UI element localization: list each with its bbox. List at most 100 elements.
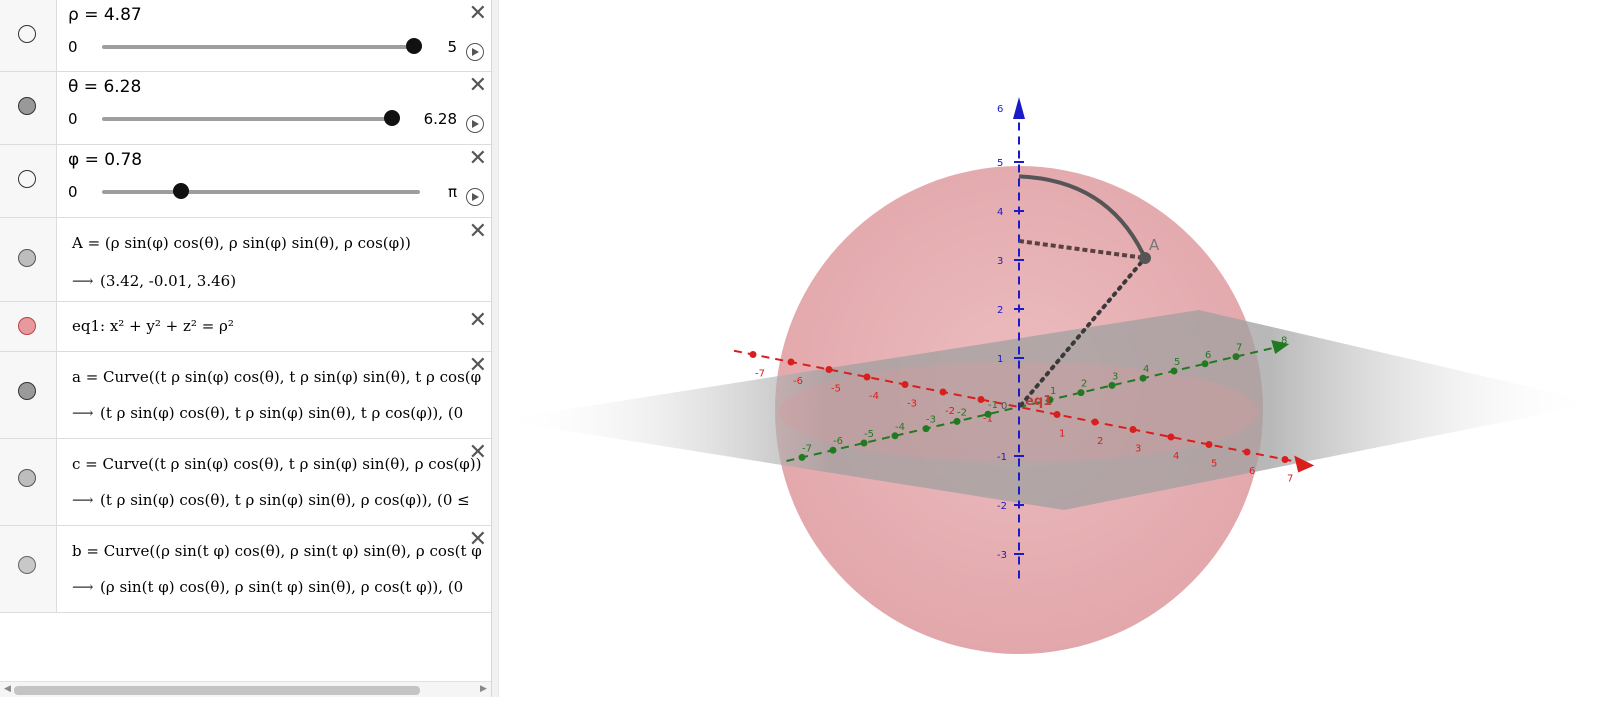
curve-a-value: (t ρ sin(φ) cos(θ), t ρ sin(φ) sin(θ), t…	[100, 404, 464, 422]
3d-canvas[interactable]: -7 -6 -5 -4 -3 -2 -1 1 2 3 4 5 6 7 -7 -6 -5 -4 -3 -2 -1 1 2 3 4 5…	[499, 0, 1604, 697]
y-tick-label: -4	[895, 422, 905, 433]
curve-c-output: ⟶ (t ρ sin(φ) cos(θ), t ρ sin(φ) sin(θ), …	[72, 491, 487, 509]
y-tick-label: -5	[864, 429, 874, 440]
arrow-icon: ⟶	[72, 272, 94, 290]
visibility-toggle-eq1[interactable]	[18, 317, 36, 335]
slider-row-rho: ρ = 4.87 ✕ 0 5	[0, 0, 491, 72]
x-tick-label: 2	[1097, 436, 1103, 447]
slider-label-phi[interactable]: φ = 0.78	[68, 150, 142, 170]
x-tick-mark	[825, 366, 833, 373]
x-tick-mark	[977, 396, 985, 403]
y-tick-label: -7	[802, 443, 812, 454]
slider-track-phi[interactable]	[102, 183, 420, 199]
arrow-icon: ⟶	[72, 578, 94, 596]
slider-track-theta[interactable]	[102, 110, 400, 126]
view-splitter[interactable]	[491, 0, 499, 697]
delete-icon[interactable]: ✕	[469, 310, 487, 332]
point-a-row: A = (ρ sin(φ) cos(θ), ρ sin(φ) sin(θ), ρ…	[0, 218, 491, 302]
curve-a-output: ⟶ (t ρ sin(φ) cos(θ), t ρ sin(φ) sin(θ), …	[72, 404, 487, 422]
y-tick-mark	[798, 453, 806, 461]
algebra-view: ρ = 4.87 ✕ 0 5 θ = 6.28 ✕ 0 6.28 φ = 0.7…	[0, 0, 491, 697]
marble-column	[0, 145, 57, 217]
z-tick-label: -3	[997, 550, 1007, 561]
horizontal-scrollbar[interactable]: ◀ ▶	[0, 681, 491, 697]
visibility-toggle-phi[interactable]	[18, 170, 36, 188]
z-axis-arrowhead	[1013, 97, 1025, 119]
visibility-toggle-a-curve[interactable]	[18, 382, 36, 400]
slider-label-rho[interactable]: ρ = 4.87	[68, 5, 142, 25]
curve-c-value: (t ρ sin(φ) cos(θ), t ρ sin(φ) sin(θ), ρ…	[100, 491, 470, 509]
scroll-right-icon[interactable]: ▶	[480, 684, 487, 694]
marble-column	[0, 72, 57, 144]
visibility-toggle-b-curve[interactable]	[18, 556, 36, 574]
y-tick-mark	[1232, 353, 1240, 361]
curve-b-output: ⟶ (ρ sin(t φ) cos(θ), ρ sin(t φ) sin(θ), …	[72, 578, 487, 596]
visibility-toggle-a[interactable]	[18, 249, 36, 267]
curve-b-definition[interactable]: b = Curve((ρ sin(t φ) cos(θ), ρ sin(t φ)…	[72, 542, 482, 560]
play-icon[interactable]	[466, 188, 484, 206]
marble-column	[0, 526, 57, 612]
delete-icon[interactable]: ✕	[469, 529, 487, 551]
marble-column	[0, 352, 57, 438]
delete-icon[interactable]: ✕	[469, 355, 487, 377]
play-icon[interactable]	[466, 43, 484, 61]
slider-track-rho[interactable]	[102, 38, 422, 54]
y-tick-label: 3	[1112, 371, 1118, 382]
curve-b-value: (ρ sin(t φ) cos(θ), ρ sin(t φ) sin(θ), ρ…	[100, 578, 464, 596]
z-tick-label: 3	[997, 256, 1003, 267]
x-tick-mark	[901, 381, 909, 388]
delete-icon[interactable]: ✕	[469, 148, 487, 170]
delete-icon[interactable]: ✕	[469, 3, 487, 25]
slider-max-rho: 5	[447, 38, 457, 56]
delete-icon[interactable]: ✕	[469, 75, 487, 97]
delete-icon[interactable]: ✕	[469, 221, 487, 243]
z-tick-label: -2	[997, 501, 1007, 512]
y-tick-mark	[922, 425, 930, 433]
curve-c-definition[interactable]: c = Curve((t ρ sin(φ) cos(θ), t ρ sin(φ)…	[72, 455, 482, 473]
graphics-3d-view[interactable]: -7 -6 -5 -4 -3 -2 -1 1 2 3 4 5 6 7 -7 -6 -5 -4 -3 -2 -1 1 2 3 4 5…	[499, 0, 1604, 697]
x-tick-mark	[1129, 426, 1137, 433]
x-tick-label: 1	[1059, 429, 1065, 440]
x-tick-label: -5	[831, 384, 841, 395]
x-tick-mark	[749, 351, 757, 358]
y-tick-mark	[1139, 374, 1147, 382]
y-tick-mark	[1170, 367, 1178, 375]
x-tick-label: -7	[755, 369, 765, 380]
scroll-left-icon[interactable]: ◀	[4, 684, 11, 694]
x-tick-mark	[787, 358, 795, 366]
x-tick-mark	[863, 373, 871, 381]
visibility-toggle-c-curve[interactable]	[18, 469, 36, 487]
origin-label: 0	[1001, 401, 1007, 412]
marble-column	[0, 439, 57, 525]
z-tick-label: 2	[997, 305, 1003, 316]
visibility-toggle-rho[interactable]	[18, 25, 36, 43]
z-tick-label: -1	[997, 452, 1007, 463]
marble-column	[0, 0, 57, 71]
z-tick-label: 1	[997, 354, 1003, 365]
curve-a-definition[interactable]: a = Curve((t ρ sin(φ) cos(θ), t ρ sin(φ)…	[72, 368, 482, 386]
curve-b-row: b = Curve((ρ sin(t φ) cos(θ), ρ sin(t φ)…	[0, 526, 491, 613]
y-tick-mark	[1201, 360, 1209, 368]
scrollbar-thumb[interactable]	[14, 686, 420, 695]
visibility-toggle-theta[interactable]	[18, 97, 36, 115]
marble-column	[0, 302, 57, 351]
delete-icon[interactable]: ✕	[469, 442, 487, 464]
slider-max-theta: 6.28	[423, 110, 457, 128]
y-tick-label: 7	[1236, 343, 1242, 354]
y-tick-label: 5	[1174, 357, 1180, 368]
y-tick-label: 4	[1143, 364, 1149, 375]
y-tick-label: -6	[833, 436, 843, 447]
play-icon[interactable]	[466, 115, 484, 133]
eq1-definition[interactable]: eq1: x² + y² + z² = ρ²	[72, 317, 234, 335]
slider-thumb-rho[interactable]	[405, 38, 422, 54]
slider-thumb-theta[interactable]	[384, 110, 400, 126]
point-a-value: (3.42, -0.01, 3.46)	[100, 272, 237, 290]
y-tick-label: 6	[1205, 350, 1211, 361]
point-a-definition[interactable]: A = (ρ sin(φ) cos(θ), ρ sin(φ) sin(θ), ρ…	[72, 234, 411, 252]
marble-column	[0, 218, 57, 301]
slider-min-theta: 0	[68, 110, 78, 128]
slider-label-theta[interactable]: θ = 6.28	[68, 77, 141, 97]
slider-thumb-phi[interactable]	[172, 183, 189, 199]
point-a-output: ⟶ (3.42, -0.01, 3.46)	[72, 272, 236, 290]
arrow-icon: ⟶	[72, 404, 94, 422]
